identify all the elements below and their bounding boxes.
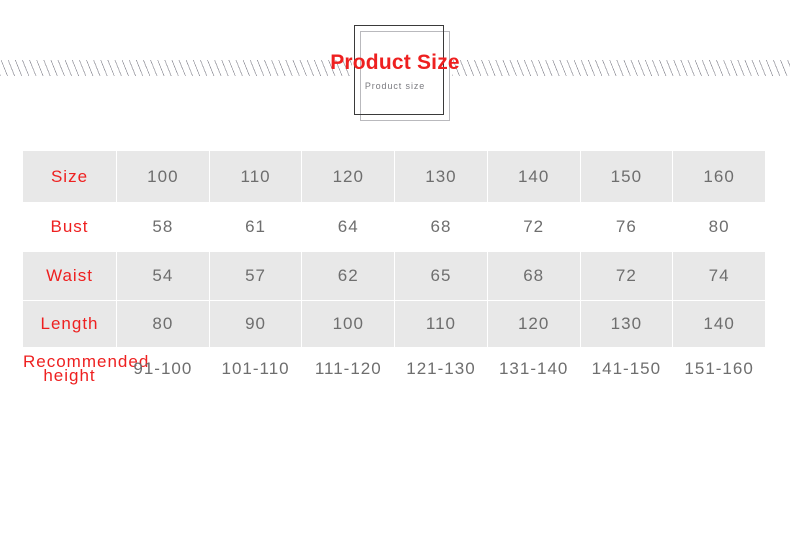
cell-bust-0: 58 xyxy=(116,202,210,252)
table-row-recommended-height: Recommended height 91-100 101-110 111-120… xyxy=(22,347,766,391)
cell-waist-2: 62 xyxy=(301,251,396,301)
cell-waist-6: 74 xyxy=(672,251,766,301)
cell-size-5: 150 xyxy=(579,150,674,203)
cell-waist-4: 68 xyxy=(486,251,581,301)
cell-length-3: 110 xyxy=(394,300,488,348)
cell-bust-4: 72 xyxy=(486,202,581,252)
cell-length-4: 120 xyxy=(486,300,581,348)
cell-length-6: 140 xyxy=(672,300,766,348)
cell-bust-6: 80 xyxy=(672,202,766,252)
row-label-recommended-height-line2: height xyxy=(43,366,96,385)
row-label-size: Size xyxy=(22,150,117,203)
cell-waist-0: 54 xyxy=(116,251,210,301)
cell-size-1: 110 xyxy=(208,150,303,203)
cell-length-1: 90 xyxy=(208,300,303,348)
cell-waist-3: 65 xyxy=(394,251,488,301)
table-row-length: Length 80 90 100 110 120 130 140 xyxy=(22,300,766,348)
table-row-waist: Waist 54 57 62 65 68 72 74 xyxy=(22,251,766,301)
cell-size-3: 130 xyxy=(394,150,488,203)
cell-length-2: 100 xyxy=(301,300,396,348)
cell-bust-3: 68 xyxy=(394,202,488,252)
banner-title: Product Size xyxy=(330,51,460,74)
cell-bust-1: 61 xyxy=(208,202,303,252)
row-label-waist: Waist xyxy=(22,251,117,301)
cell-rec-5: 141-150 xyxy=(579,347,674,391)
cell-waist-5: 72 xyxy=(579,251,674,301)
row-label-bust: Bust xyxy=(22,202,117,252)
cell-size-6: 160 xyxy=(672,150,766,203)
size-chart-table: Size 100 110 120 130 140 150 160 Bust 58… xyxy=(22,150,766,391)
banner: Product Size Product size xyxy=(0,0,790,140)
cell-bust-5: 76 xyxy=(579,202,674,252)
cell-bust-2: 64 xyxy=(301,202,396,252)
table-row-size: Size 100 110 120 130 140 150 160 xyxy=(22,150,766,203)
row-label-length: Length xyxy=(22,300,117,348)
cell-rec-3: 121-130 xyxy=(394,347,488,391)
cell-rec-1: 101-110 xyxy=(208,347,303,391)
cell-rec-2: 111-120 xyxy=(301,347,396,391)
row-label-recommended-height: Recommended height xyxy=(22,347,148,391)
table-row-bust: Bust 58 61 64 68 72 76 80 xyxy=(22,202,766,252)
cell-length-0: 80 xyxy=(116,300,210,348)
cell-rec-4: 131-140 xyxy=(486,347,581,391)
banner-subtitle: Product size xyxy=(364,81,426,91)
cell-size-4: 140 xyxy=(486,150,581,203)
cell-size-0: 100 xyxy=(116,150,210,203)
cell-waist-1: 57 xyxy=(208,251,303,301)
cell-size-2: 120 xyxy=(301,150,396,203)
cell-rec-6: 151-160 xyxy=(672,347,766,391)
cell-length-5: 130 xyxy=(579,300,674,348)
